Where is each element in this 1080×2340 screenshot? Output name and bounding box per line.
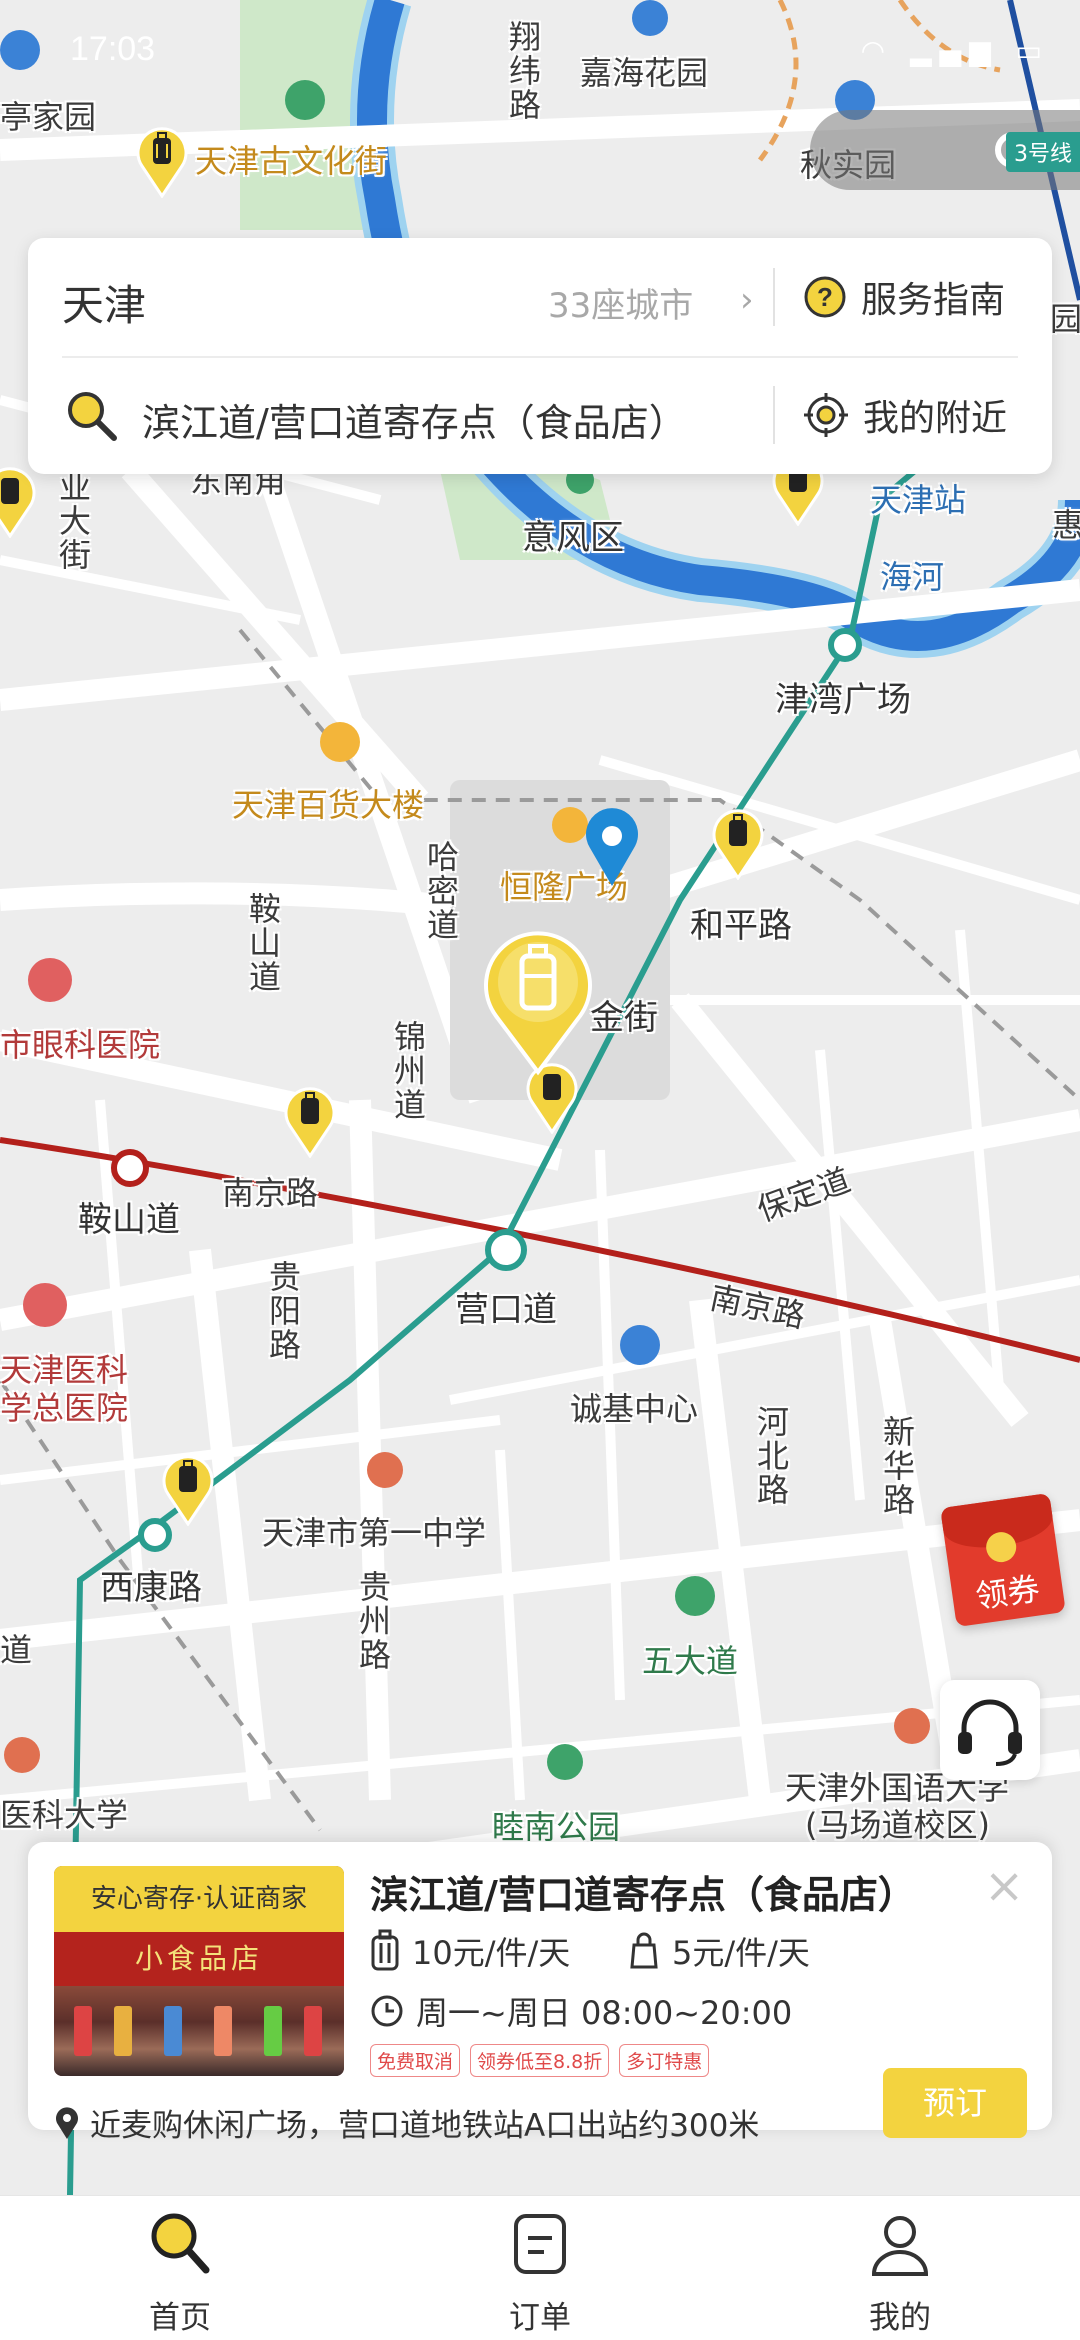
opening-hours-text: 周一~周日 08:00~20:00 bbox=[416, 1994, 793, 2032]
map-label: 市眼科医院 bbox=[0, 1026, 161, 1064]
storage-pin[interactable] bbox=[132, 122, 192, 198]
divider bbox=[773, 386, 775, 444]
map-label: 西康路 bbox=[100, 1568, 202, 1608]
storage-pin[interactable] bbox=[280, 1082, 340, 1158]
store-name: 滨江道/营口道寄存点（食品店） bbox=[370, 1873, 916, 1917]
status-bar: 17:03 ◠ ▂▄▆ ▭ bbox=[0, 0, 1080, 100]
map-label: 天津百货大楼 bbox=[232, 786, 425, 824]
shop-shelf bbox=[54, 1986, 344, 2076]
city-count[interactable]: 33座城市 bbox=[548, 278, 693, 327]
map-layer-toggle[interactable]: 3号线 bbox=[810, 110, 1080, 190]
service-guide-label: 服务指南 bbox=[861, 280, 1006, 321]
nav-home[interactable]: 首页 bbox=[80, 2196, 280, 2340]
map-label: 五大道 bbox=[642, 1642, 739, 1680]
current-location-pin bbox=[586, 808, 638, 886]
location-icon bbox=[56, 2106, 78, 2139]
map-label: 贵阳路 bbox=[264, 1260, 302, 1362]
search-input[interactable]: 滨江道/营口道寄存点（食品店） bbox=[142, 392, 687, 447]
map-label: 河北路 bbox=[752, 1405, 790, 1507]
chevron-right-icon[interactable]: › bbox=[740, 280, 754, 320]
map-label: 业大街 bbox=[54, 470, 92, 572]
svg-text:?: ? bbox=[817, 282, 833, 312]
certified-badge: 安心寄存·认证商家 bbox=[54, 1866, 344, 1932]
bottom-nav: 首页 订单 我的 bbox=[0, 2195, 1080, 2340]
book-button[interactable]: 预订 bbox=[883, 2068, 1027, 2138]
city-row: 天津 33座城市 › ? 服务指南 bbox=[28, 238, 1052, 356]
bag-icon bbox=[630, 1932, 658, 1969]
signal-icon: ▂▄▆ bbox=[910, 34, 999, 67]
luggage-large-icon bbox=[371, 1929, 399, 1971]
map-label: 医科大学 bbox=[0, 1796, 129, 1834]
store-photo: 安心寄存·认证商家 小食品店 bbox=[54, 1866, 344, 2076]
question-icon: ? bbox=[804, 276, 846, 318]
price-small-text: 5元/件/天 bbox=[672, 1934, 810, 1972]
selected-storage-pin[interactable] bbox=[478, 926, 598, 1076]
clock-icon bbox=[371, 1995, 403, 2027]
customer-service-button[interactable] bbox=[940, 1680, 1040, 1780]
map-label: 锦州道 bbox=[389, 1020, 427, 1122]
map-label: 贵州路 bbox=[354, 1570, 392, 1672]
map-label: 南京路 bbox=[222, 1174, 319, 1212]
map-label: 天津古文化街 bbox=[195, 142, 388, 180]
nav-orders-label: 订单 bbox=[509, 2300, 571, 2336]
promo-tag: 免费取消 bbox=[370, 2044, 461, 2077]
shop-sign: 小食品店 bbox=[54, 1932, 344, 1986]
wifi-icon: ◠ bbox=[860, 34, 894, 67]
search-card: 天津 33座城市 › ? 服务指南 滨江道/营口道寄存点（食品店） 我的附近 bbox=[28, 238, 1052, 474]
map-label: 海河 bbox=[880, 558, 945, 596]
nearby-label: 我的附近 bbox=[863, 398, 1008, 439]
battery-icon: ▭ bbox=[1015, 34, 1050, 67]
search-icon bbox=[68, 392, 117, 441]
promo-tag: 多订特惠 bbox=[619, 2044, 710, 2077]
divider bbox=[773, 268, 775, 326]
map-label: 天津市第一中学 bbox=[262, 1514, 487, 1552]
promo-tag: 领券低至8.8折 bbox=[470, 2044, 610, 2077]
metro-line-tag: 3号线 bbox=[1006, 132, 1080, 172]
search-row: 滨江道/营口道寄存点（食品店） 我的附近 bbox=[28, 358, 1052, 474]
nav-home-label: 首页 bbox=[149, 2300, 211, 2336]
price-large: 10元/件/天 bbox=[370, 1926, 570, 1976]
storage-pin[interactable] bbox=[708, 804, 768, 880]
store-address-text: 近麦购休闲广场，营口道地铁站A口出站约300米 bbox=[90, 2108, 760, 2144]
map-label: 园 bbox=[1050, 300, 1080, 338]
city-name[interactable]: 天津 bbox=[62, 272, 146, 333]
promo-tags: 免费取消 领券低至8.8折 多订特惠 bbox=[370, 2044, 719, 2077]
opening-hours: 周一~周日 08:00~20:00 bbox=[370, 1986, 792, 2036]
map-label: 诚基中心 bbox=[570, 1390, 699, 1428]
user-icon bbox=[871, 2216, 929, 2276]
coupon-label: 领券 bbox=[973, 1569, 1042, 1616]
map-label: 和平路 bbox=[690, 906, 792, 946]
map-label: (马场道校区) bbox=[805, 1806, 990, 1844]
map-label: 金街 bbox=[590, 998, 658, 1038]
map-label: 津湾广场 bbox=[775, 680, 911, 720]
search-home-icon bbox=[151, 2213, 210, 2274]
storage-pin[interactable] bbox=[158, 1450, 218, 1526]
nav-mine-label: 我的 bbox=[869, 2300, 931, 2336]
map-label: 哈密道 bbox=[422, 840, 460, 942]
nearby-button[interactable]: 我的附近 bbox=[803, 388, 1007, 442]
orders-icon bbox=[514, 2214, 566, 2274]
nav-orders[interactable]: 订单 bbox=[440, 2196, 640, 2340]
map-label: 道 bbox=[0, 1631, 33, 1669]
service-guide-button[interactable]: ? 服务指南 bbox=[803, 270, 1005, 324]
headset-icon bbox=[958, 1699, 1022, 1766]
locate-icon bbox=[804, 393, 848, 437]
store-address: 近麦购休闲广场，营口道地铁站A口出站约300米 bbox=[54, 2100, 759, 2145]
map-label: 鞍山道 bbox=[244, 892, 282, 994]
price-small: 5元/件/天 bbox=[628, 1926, 810, 1976]
nav-mine[interactable]: 我的 bbox=[800, 2196, 1000, 2340]
map-label: 惠 bbox=[1052, 506, 1080, 544]
map-label: 新华路 bbox=[878, 1415, 916, 1517]
map-label: 营口道 bbox=[455, 1290, 557, 1330]
store-card[interactable]: 安心寄存·认证商家 小食品店 滨江道/营口道寄存点（食品店） × 10元/件/天… bbox=[28, 1842, 1052, 2144]
close-icon[interactable]: × bbox=[984, 1862, 1024, 1910]
map-label: 天津站 bbox=[870, 481, 967, 519]
status-time: 17:03 bbox=[70, 30, 156, 68]
map-label: 鞍山道 bbox=[78, 1200, 180, 1240]
status-icons: ◠ ▂▄▆ ▭ bbox=[861, 34, 1050, 67]
coupon-button[interactable]: 领券 bbox=[940, 1492, 1066, 1628]
map-label: 意风区 bbox=[522, 518, 624, 558]
price-large-text: 10元/件/天 bbox=[412, 1934, 571, 1972]
map-label: 学总医院 bbox=[0, 1389, 129, 1427]
